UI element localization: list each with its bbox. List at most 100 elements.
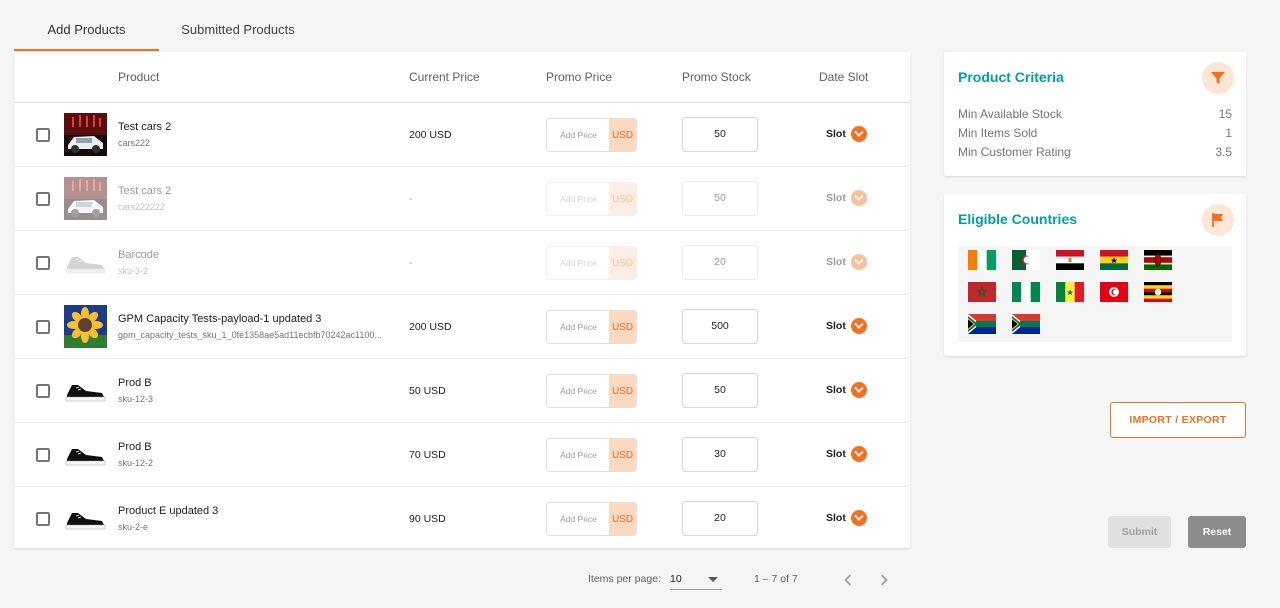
chevron-down-icon[interactable]: [851, 446, 867, 462]
table-row: Test cars 2 cars222222 - Add Price USD 5…: [14, 167, 910, 231]
south-africa-flag: [968, 314, 996, 334]
product-sku: sku-12-2: [118, 458, 154, 468]
table-row: Barcode sku-3-2 - Add Price USD 20 Slot: [14, 231, 910, 295]
currency-label: USD: [609, 311, 636, 343]
table-row: Test cars 2 cars222 200 USD Add Price US…: [14, 103, 910, 167]
senegal-flag: [1056, 282, 1084, 302]
slot-label[interactable]: Slot: [826, 512, 846, 524]
filter-icon: [1202, 62, 1234, 94]
promo-price-input[interactable]: Add Price USD: [546, 118, 637, 152]
promo-price-input[interactable]: Add Price USD: [546, 310, 637, 344]
criteria-label: Min Customer Rating: [958, 145, 1071, 159]
products-table: Product Current Price Promo Price Promo …: [14, 52, 910, 548]
ivory-coast-flag: [968, 250, 996, 270]
product-name: Test cars 2: [118, 185, 172, 197]
table-header: Product Current Price Promo Price Promo …: [14, 52, 910, 103]
slot-label[interactable]: Slot: [826, 384, 846, 396]
row-checkbox[interactable]: [36, 512, 50, 526]
currency-label: USD: [609, 183, 636, 215]
chevron-down-icon[interactable]: [851, 318, 867, 334]
row-checkbox[interactable]: [36, 320, 50, 334]
promo-price-input[interactable]: Add Price USD: [546, 182, 637, 216]
tab-submitted-products[interactable]: Submitted Products: [164, 0, 312, 52]
chevron-right-icon: [880, 574, 888, 586]
table-row: Product E updated 3 sku-2-e 90 USD Add P…: [14, 487, 910, 551]
pagination-range: 1 – 7 of 7: [754, 573, 798, 585]
current-price: -: [409, 193, 413, 205]
items-per-page-select[interactable]: 10: [670, 568, 722, 590]
chevron-down-icon[interactable]: [851, 190, 867, 206]
tab-add-products[interactable]: Add Products: [14, 0, 159, 52]
product-sku: sku-12-3: [118, 394, 154, 404]
next-page-button[interactable]: [874, 570, 894, 590]
product-name: Prod B: [118, 441, 152, 453]
row-checkbox[interactable]: [36, 128, 50, 142]
table-row: Prod B sku-12-2 70 USD Add Price USD 30 …: [14, 423, 910, 487]
import-export-button[interactable]: IMPORT / EXPORT: [1110, 402, 1246, 438]
header-product: Product: [118, 70, 160, 84]
row-checkbox[interactable]: [36, 384, 50, 398]
product-sku: cars222222: [118, 202, 166, 212]
eligible-countries-card: Eligible Countries: [944, 194, 1246, 356]
currency-label: USD: [609, 439, 636, 471]
row-checkbox[interactable]: [36, 256, 50, 270]
promo-price-placeholder: Add Price: [560, 322, 597, 332]
promo-stock-input[interactable]: 30: [682, 437, 758, 472]
promo-stock-input[interactable]: 50: [682, 373, 758, 408]
submit-button[interactable]: Submit: [1108, 516, 1171, 548]
product-thumbnail-sneaker: [64, 433, 107, 476]
slot-label[interactable]: Slot: [826, 320, 846, 332]
ghana-flag: [1100, 250, 1128, 270]
previous-page-button[interactable]: [838, 570, 858, 590]
tab-bar: Add Products Submitted Products: [14, 0, 910, 52]
slot-label[interactable]: Slot: [826, 128, 846, 140]
egypt-flag: [1056, 250, 1084, 270]
criteria-label: Min Items Sold: [958, 126, 1038, 140]
chevron-down-icon[interactable]: [851, 382, 867, 398]
promo-price-input[interactable]: Add Price USD: [546, 374, 637, 408]
row-checkbox[interactable]: [36, 448, 50, 462]
promo-price-input[interactable]: Add Price USD: [546, 502, 637, 536]
chevron-down-icon[interactable]: [851, 254, 867, 270]
promo-price-placeholder: Add Price: [560, 386, 597, 396]
slot-label[interactable]: Slot: [826, 448, 846, 460]
product-name: Barcode: [118, 249, 159, 261]
product-name: Test cars 2: [118, 121, 172, 133]
promo-price-input[interactable]: Add Price USD: [546, 438, 637, 472]
slot-label[interactable]: Slot: [826, 192, 846, 204]
promo-stock-input[interactable]: 20: [682, 501, 758, 536]
promo-stock-input[interactable]: 50: [682, 181, 758, 216]
current-price: 90 USD: [409, 513, 446, 525]
promo-stock-input[interactable]: 50: [682, 117, 758, 152]
chevron-down-icon[interactable]: [851, 126, 867, 142]
promo-stock-input[interactable]: 500: [682, 309, 758, 344]
header-promo-price: Promo Price: [546, 70, 613, 84]
tunisia-flag: [1100, 282, 1128, 302]
promo-stock-input[interactable]: 20: [682, 245, 758, 280]
product-thumbnail-sneaker: [64, 241, 107, 284]
uganda-flag: [1144, 282, 1172, 302]
chevron-down-icon[interactable]: [851, 510, 867, 526]
caret-down-icon: [708, 577, 718, 582]
current-price: -: [409, 257, 413, 269]
promo-price-placeholder: Add Price: [560, 194, 597, 204]
product-criteria-title: Product Criteria: [958, 69, 1064, 85]
current-price: 200 USD: [409, 129, 452, 141]
chevron-left-icon: [844, 574, 852, 586]
row-checkbox[interactable]: [36, 192, 50, 206]
promo-price-input[interactable]: Add Price USD: [546, 246, 637, 280]
south-africa-flag: [1012, 314, 1040, 334]
reset-button[interactable]: Reset: [1188, 516, 1246, 548]
product-sku: sku-3-2: [118, 266, 149, 276]
product-thumbnail-sunflower: [64, 305, 107, 348]
nigeria-flag: [1012, 282, 1040, 302]
slot-label[interactable]: Slot: [826, 256, 846, 268]
header-promo-stock: Promo Stock: [682, 70, 751, 84]
table-row: Prod B sku-12-3 50 USD Add Price USD 50 …: [14, 359, 910, 423]
product-thumbnail-sneaker: [64, 369, 107, 412]
product-sku: sku-2-e: [118, 522, 149, 532]
criteria-value: 1: [1225, 126, 1232, 140]
product-thumbnail-sneaker: [64, 497, 107, 540]
product-name: Product E updated 3: [118, 505, 219, 517]
morocco-flag: [968, 282, 996, 302]
